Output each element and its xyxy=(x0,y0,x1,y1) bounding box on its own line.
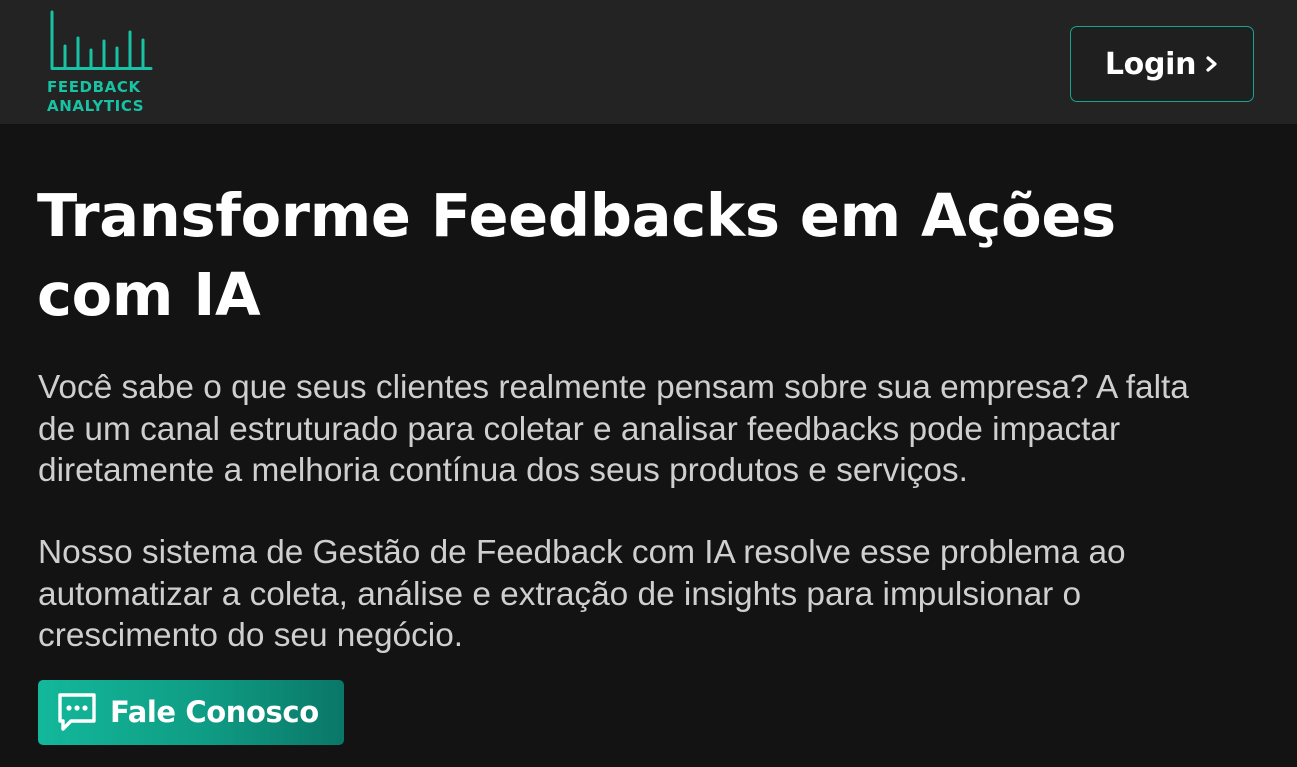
hero-title-line1: Transforme Feedbacks em Ações xyxy=(37,181,1116,250)
solution-paragraph-line: Nosso sistema de Gestão de Feedback com … xyxy=(38,534,1126,571)
intro-paragraph-line: diretamente a melhoria contínua dos seus… xyxy=(38,452,968,489)
contact-button[interactable]: Fale Conosco xyxy=(38,680,344,745)
bar-chart-logo-icon xyxy=(50,10,153,70)
solution-paragraph: Nosso sistema de Gestão de Feedback com … xyxy=(38,532,1278,657)
login-button[interactable]: Login xyxy=(1070,26,1254,102)
hero-title: Transforme Feedbacks em Ações com IA xyxy=(37,176,1237,334)
logo-text-line2: ANALYTICS xyxy=(47,97,145,115)
intro-paragraph-line: de um canal estruturado para coletar e a… xyxy=(38,410,1121,448)
solution-paragraph-line: crescimento do seu negócio. xyxy=(38,617,464,654)
login-button-label: Login xyxy=(1104,46,1197,82)
intro-paragraph-line: Você sabe o que seus clientes realmente … xyxy=(38,369,1189,406)
logo-text-line1: FEEDBACK xyxy=(47,78,141,96)
logo-text: FEEDBACK ANALYTICS xyxy=(47,78,144,116)
chevron-right-icon xyxy=(1206,56,1217,72)
hero-title-line2: com IA xyxy=(37,260,261,329)
intro-paragraph: Você sabe o que seus clientes realmente … xyxy=(38,367,1278,492)
solution-paragraph-line: automatizar a coleta, análise e extração… xyxy=(38,575,1082,613)
contact-button-label: Fale Conosco xyxy=(110,695,319,729)
logo[interactable]: FEEDBACK ANALYTICS xyxy=(47,10,159,116)
chat-bubble-icon xyxy=(58,693,96,731)
site-header: FEEDBACK ANALYTICS Login xyxy=(0,0,1297,124)
